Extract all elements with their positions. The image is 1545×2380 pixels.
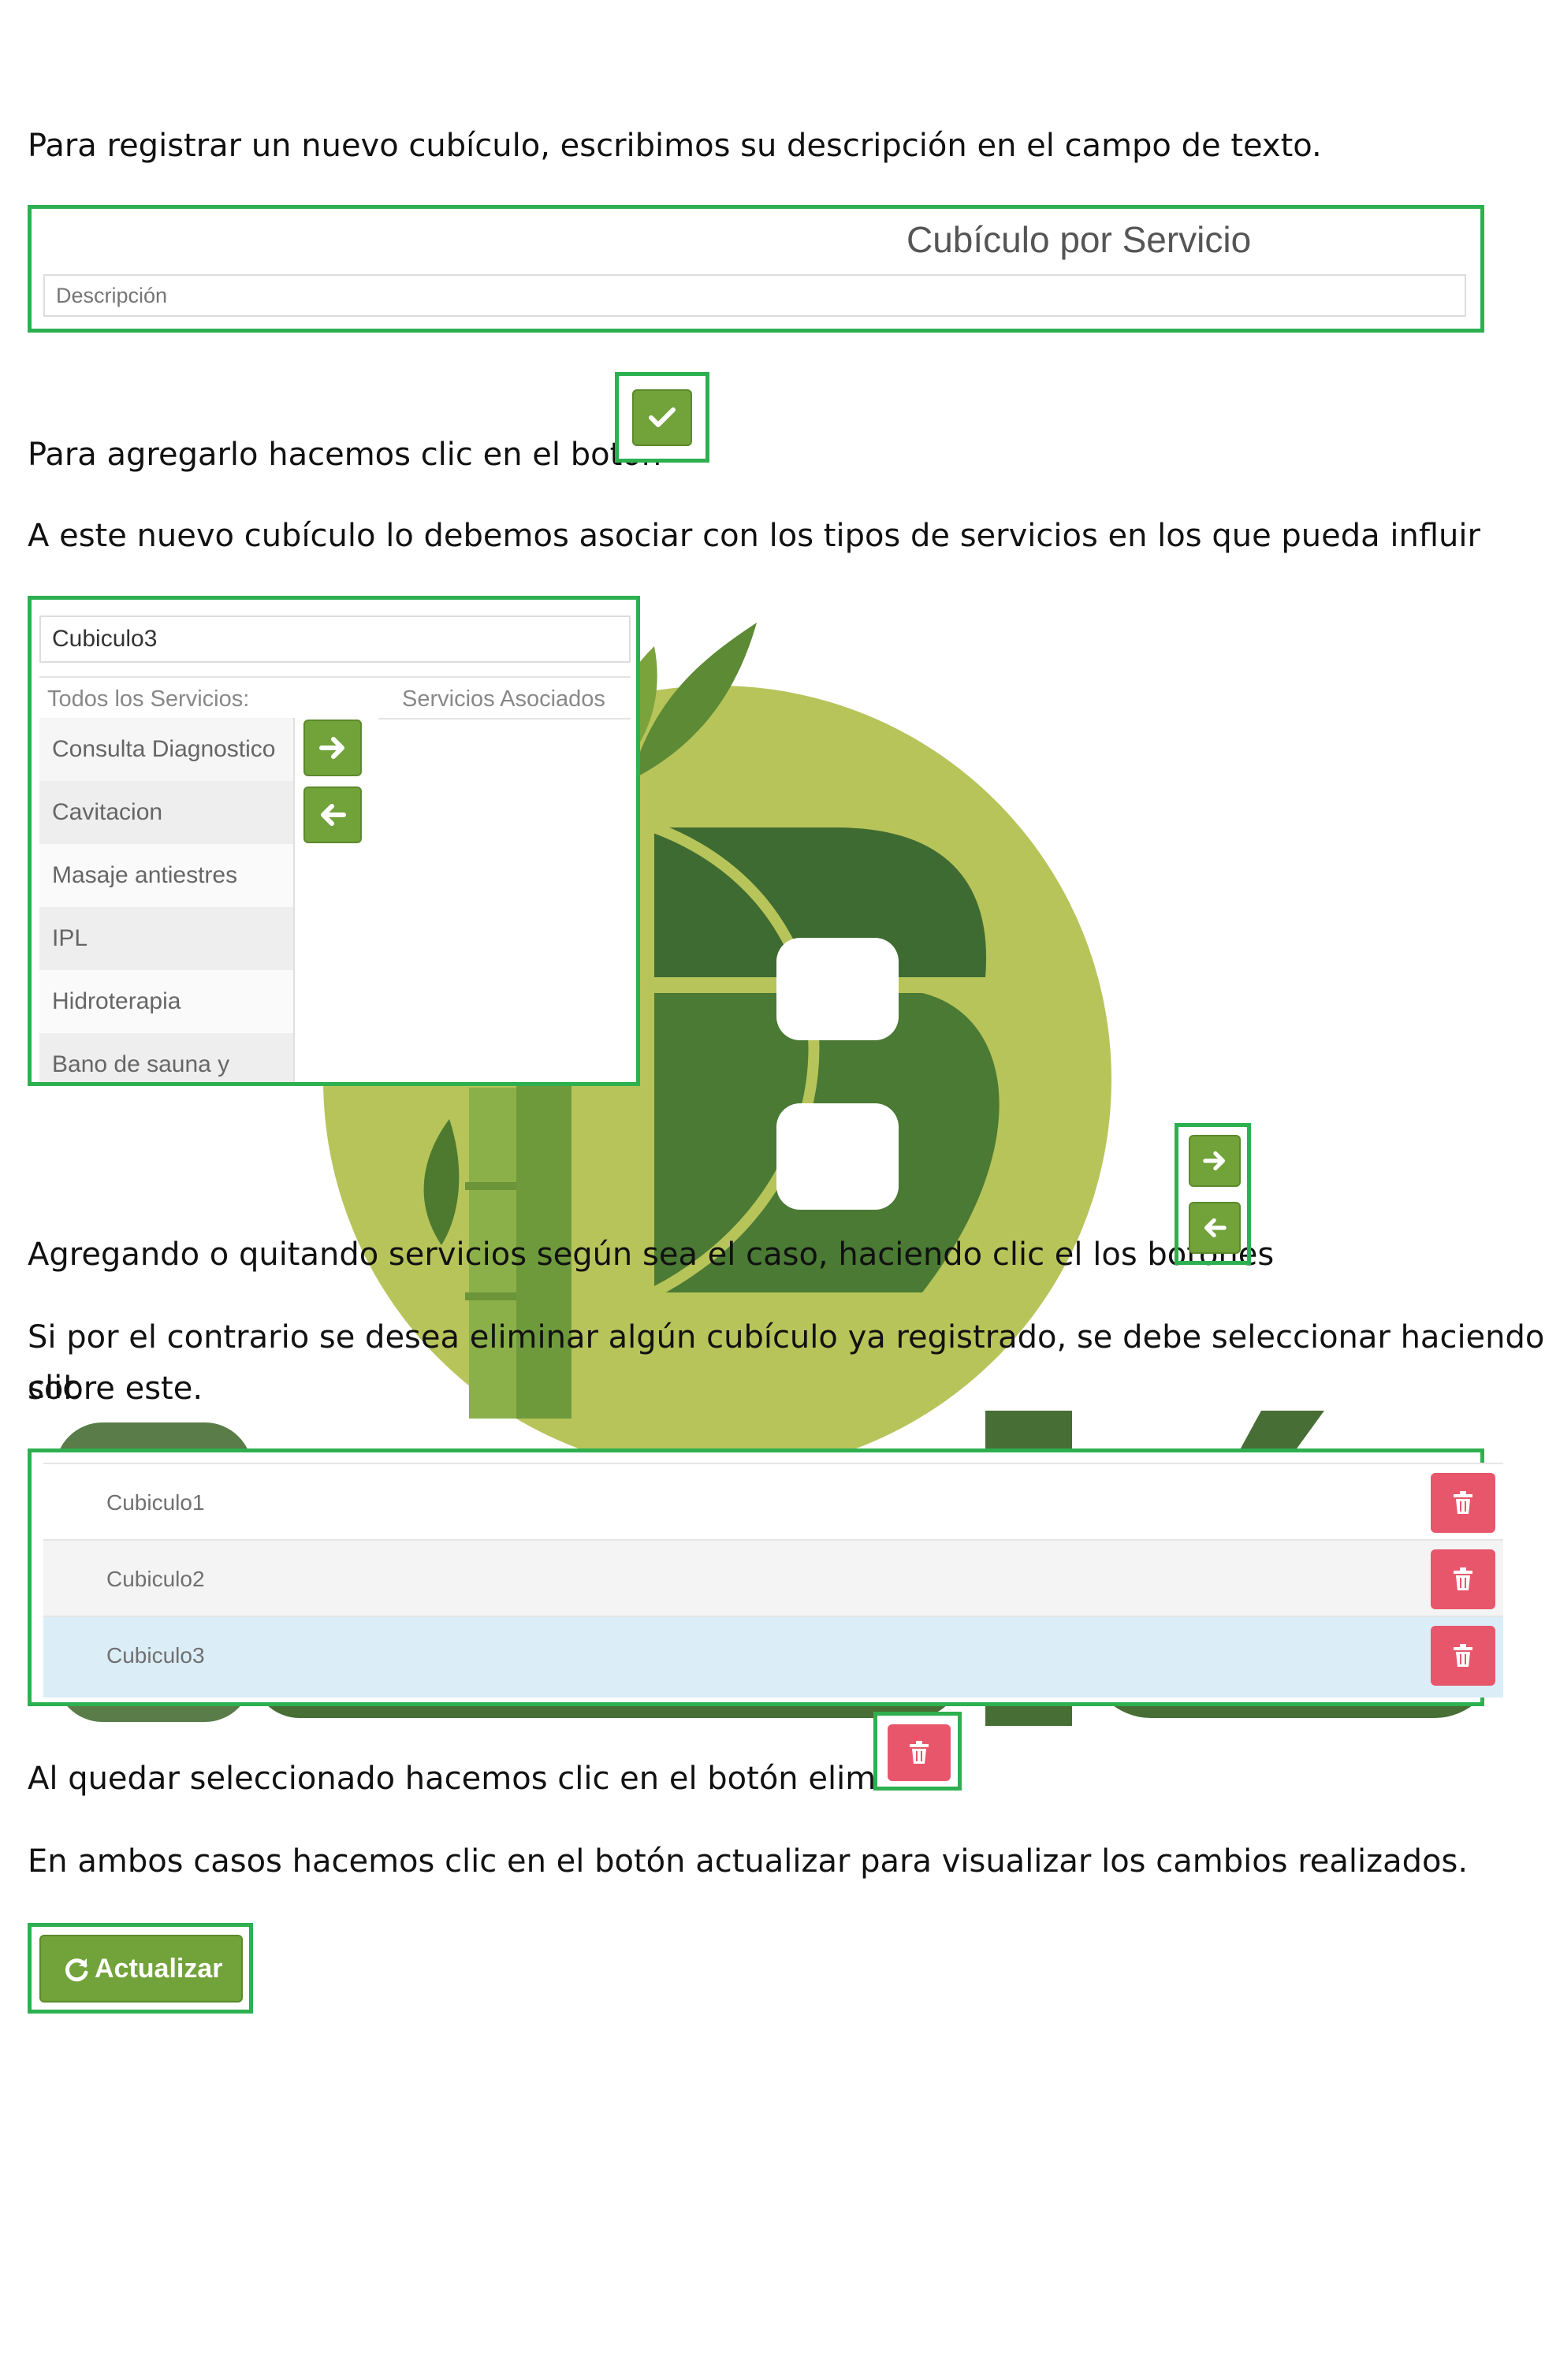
remove-service-button[interactable]	[1189, 1202, 1241, 1254]
divider	[378, 718, 631, 720]
trash-icon	[1454, 1491, 1472, 1514]
instruction-text-delete-button: Al quedar seleccionado hacemos clic en e…	[28, 1761, 937, 1797]
arrow-left-icon	[1204, 1218, 1227, 1238]
service-item[interactable]: Masaje antiestres	[39, 844, 293, 907]
cubicle-name-input[interactable]	[39, 615, 631, 663]
panel-title: Cubículo por Servicio	[907, 219, 1252, 260]
service-item[interactable]: Consulta Diagnostico	[39, 718, 293, 781]
instruction-text-delete-line2: sobre este.	[28, 1370, 203, 1407]
service-item[interactable]: IPL	[39, 907, 293, 970]
trash-icon	[910, 1741, 929, 1764]
instruction-text-update: En ambos casos hacemos clic en el botón …	[28, 1843, 1469, 1880]
all-services-label: Todos los Servicios:	[47, 686, 250, 712]
instruction-text-delete-line1: Si por el contrario se desea eliminar al…	[28, 1319, 1545, 1406]
cubicle-name: Cubiculo3	[106, 1643, 205, 1668]
delete-button-frame	[873, 1712, 962, 1791]
confirm-button-frame	[615, 372, 709, 463]
delete-button[interactable]	[888, 1724, 951, 1781]
arrow-left-icon	[321, 804, 346, 826]
delete-button[interactable]	[1431, 1549, 1495, 1609]
add-remove-buttons-frame	[1175, 1123, 1251, 1265]
cubicle-form-panel: Cubículo por Servicio	[28, 205, 1484, 333]
refresh-icon	[65, 1958, 88, 1982]
cubicle-name: Cubiculo1	[106, 1490, 205, 1515]
divider	[39, 676, 631, 678]
check-icon	[649, 407, 676, 427]
arrow-right-icon	[1203, 1151, 1225, 1171]
table-row[interactable]: Cubiculo1	[43, 1463, 1503, 1541]
delete-button[interactable]	[1431, 1626, 1495, 1686]
update-button-label: Actualizar	[95, 1954, 223, 1984]
service-item[interactable]: Bano de sauna y	[39, 1033, 293, 1082]
table-row[interactable]: Cubiculo2	[43, 1539, 1503, 1617]
trash-icon	[1454, 1644, 1472, 1667]
cubicle-list-panel: Cubiculo1 Cubiculo2 Cubiculo3	[28, 1448, 1503, 1706]
associated-services-label: Servicios Asociados	[402, 686, 605, 712]
description-input[interactable]	[43, 274, 1466, 317]
update-button-frame: Actualizar	[28, 1923, 253, 2014]
service-item[interactable]: Hidroterapia	[39, 970, 293, 1033]
cubicle-name: Cubiculo2	[106, 1567, 205, 1591]
table-row-selected[interactable]: Cubiculo3	[43, 1616, 1503, 1698]
delete-button[interactable]	[1431, 1473, 1495, 1533]
watermark-logo	[55, 623, 1498, 1726]
service-item[interactable]: Cavitacion	[39, 781, 293, 844]
add-service-button[interactable]	[303, 720, 362, 776]
trash-icon	[1454, 1567, 1472, 1590]
instruction-text-add: Para agregarlo hacemos clic en el boton	[28, 437, 662, 473]
update-button[interactable]: Actualizar	[39, 1935, 243, 2003]
remove-service-button[interactable]	[303, 787, 362, 843]
arrow-right-icon	[319, 737, 344, 759]
add-service-button[interactable]	[1189, 1135, 1241, 1187]
services-panel: Todos los Servicios: Servicios Asociados…	[28, 596, 640, 1086]
confirm-button[interactable]	[632, 389, 692, 446]
list-border	[293, 718, 295, 1082]
instruction-text-register: Para registrar un nuevo cubículo, escrib…	[28, 128, 1322, 164]
instruction-text-add-remove: Agregando o quitando servicios según sea…	[28, 1236, 1275, 1273]
instruction-text-associate: A este nuevo cubículo lo debemos asociar…	[28, 518, 1480, 554]
